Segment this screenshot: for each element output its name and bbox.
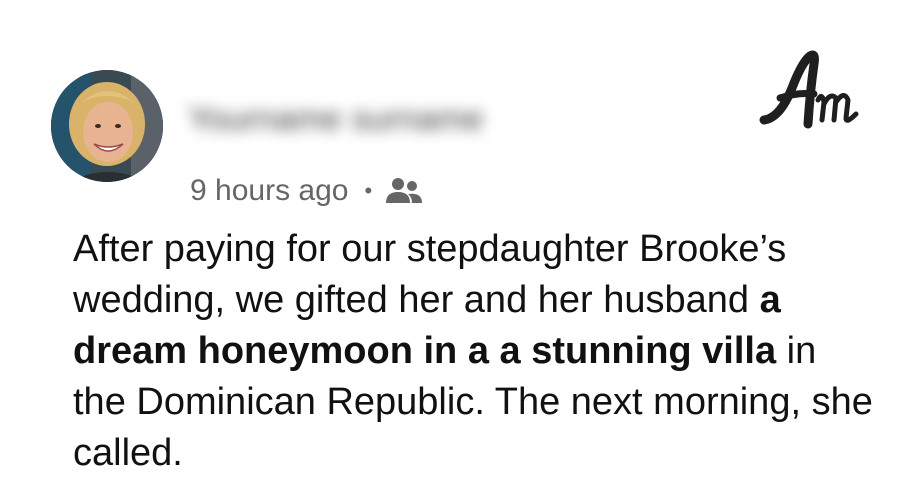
brand-logo xyxy=(758,48,868,134)
username[interactable]: Yourname surname xyxy=(188,102,554,136)
avatar[interactable] xyxy=(51,70,163,182)
post-card: Yourname surname 9 hours ago • After pay… xyxy=(0,0,900,500)
avatar-image xyxy=(51,70,163,182)
post-text: After paying for our stepdaughter Brooke… xyxy=(73,224,873,479)
brand-logo-icon xyxy=(759,50,859,129)
friends-icon[interactable] xyxy=(384,175,424,207)
post-meta: 9 hours ago • xyxy=(190,171,424,211)
post-text-part-1: After paying for our stepdaughter Brooke… xyxy=(73,228,787,321)
meta-separator: • xyxy=(364,178,373,203)
timestamp[interactable]: 9 hours ago xyxy=(190,174,348,208)
